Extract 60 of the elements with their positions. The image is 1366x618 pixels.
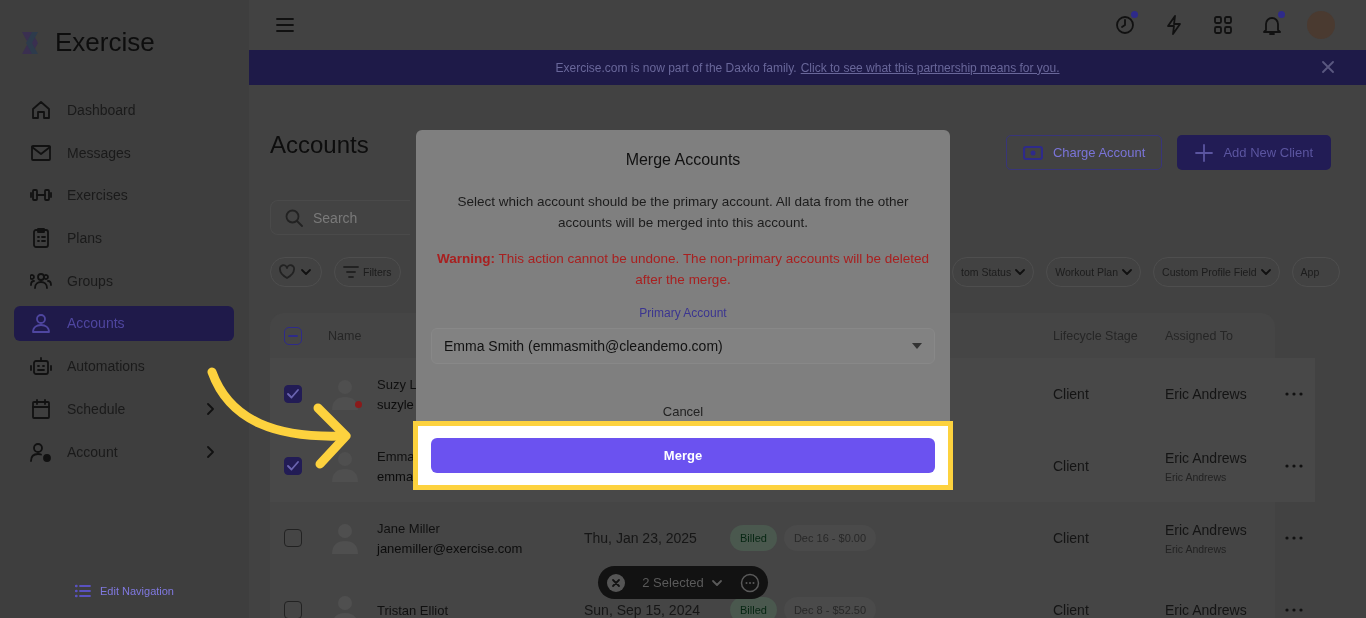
person-gear-icon [30, 440, 52, 463]
menu-icon [276, 17, 294, 33]
clock-icon [1114, 14, 1136, 36]
more-circle-icon [740, 572, 760, 593]
banknote-icon [1022, 144, 1043, 161]
filter-icon [343, 265, 359, 279]
list-icon [75, 584, 91, 598]
check-icon [287, 389, 299, 399]
edit-navigation-link[interactable]: Edit Navigation [75, 584, 174, 598]
warning-message: Warning: This action cannot be undone. The non-primary accounts will be deleted after the merge. [436, 250, 930, 289]
client-email: janemiller@exercise.com [377, 540, 524, 556]
clipboard-icon [30, 227, 52, 250]
person-icon [30, 312, 52, 335]
heart-icon [279, 264, 295, 280]
dropdown-triangle-icon [912, 343, 922, 349]
merge-button[interactable]: Merge [431, 438, 935, 473]
more-icon [1285, 392, 1303, 396]
more-icon [1285, 608, 1303, 612]
banner-link[interactable]: Click to see what this partnership means for you. [800, 60, 1060, 75]
client-name: Emma [377, 448, 416, 464]
plus-icon [1195, 143, 1214, 162]
person-silhouette-icon [332, 378, 358, 410]
more-icon [1285, 464, 1303, 468]
charge-account-button[interactable]: Charge Account [1005, 135, 1163, 170]
close-icon [1322, 61, 1334, 73]
client-email: suzyle [377, 396, 415, 412]
cancel-button[interactable]: Cancel [662, 404, 704, 419]
field-label: Primary Account [639, 306, 727, 320]
row-checkbox[interactable] [284, 457, 302, 475]
bell-icon [1261, 14, 1283, 36]
caret-down-icon [1122, 267, 1133, 277]
grid-icon [1212, 14, 1234, 36]
status-badge: Billed [730, 525, 777, 551]
close-button[interactable] [1322, 61, 1334, 73]
calendar-icon [30, 397, 52, 420]
home-icon [30, 99, 52, 121]
minus-icon [288, 333, 298, 338]
search-icon [285, 209, 303, 227]
check-icon [287, 461, 299, 471]
dialog-title: Merge Accounts [625, 150, 741, 170]
robot-icon [30, 355, 52, 378]
clear-selection-button[interactable] [606, 572, 626, 593]
close-circle-icon [606, 572, 626, 593]
sidebar-item[interactable]: Accounts [14, 305, 234, 341]
select-all-checkbox[interactable] [284, 326, 302, 345]
client-email: emma [377, 468, 415, 484]
row-checkbox[interactable] [284, 385, 302, 403]
more-actions-button[interactable] [740, 572, 760, 593]
selected-count-dropdown[interactable]: 2 Selected [642, 575, 724, 590]
row-checkbox[interactable] [284, 601, 302, 618]
caret-down-icon [1260, 267, 1271, 277]
add-client-button[interactable]: Add New Client [1177, 135, 1331, 170]
caret-down-icon [1015, 267, 1026, 277]
client-name: Suzy L [377, 376, 418, 392]
primary-account-select[interactable]: Emma Smith (emmasmith@cleandemo.com) [431, 328, 935, 364]
banner-text: Exercise.com is now part of the Daxko family. [555, 60, 797, 75]
row-checkbox[interactable] [284, 529, 302, 547]
more-icon [1285, 536, 1303, 540]
status-badge: Billed [730, 597, 777, 618]
dialog-description: Select which account should be the primary account. All data from the other accounts will be merged into this account. [456, 193, 910, 232]
